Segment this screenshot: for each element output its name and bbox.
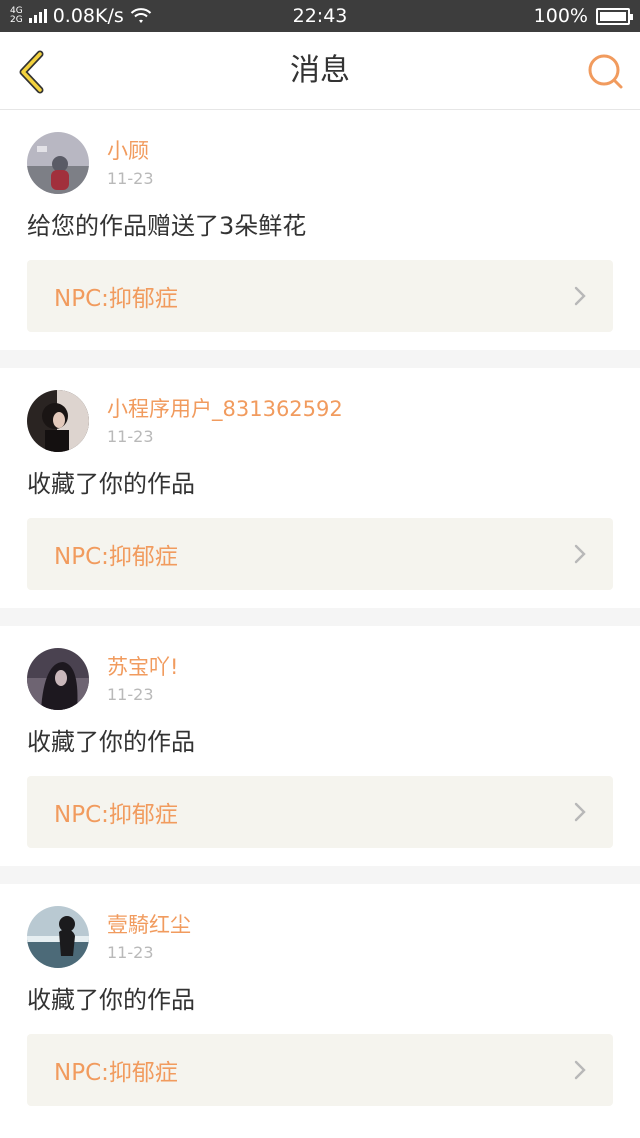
avatar[interactable] — [27, 132, 89, 194]
username[interactable]: 壹騎红尘 — [107, 910, 191, 940]
work-title: NPC:抑郁症 — [54, 544, 178, 570]
message-card: 壹騎红尘 11-23 收藏了你的作品 NPC:抑郁症 — [0, 884, 640, 1124]
chevron-right-icon — [574, 802, 586, 822]
avatar[interactable] — [27, 390, 89, 452]
message-list: 小顾 11-23 给您的作品赠送了3朵鲜花 NPC:抑郁症 小程序用户_8313… — [0, 110, 640, 1124]
avatar[interactable] — [27, 648, 89, 710]
battery-percent: 100% — [533, 5, 588, 27]
username[interactable]: 小顾 — [107, 136, 154, 166]
work-link[interactable]: NPC:抑郁症 — [27, 260, 613, 332]
message-time: 11-23 — [107, 427, 154, 446]
message-card: 苏宝吖! 11-23 收藏了你的作品 NPC:抑郁症 — [0, 626, 640, 866]
status-bar: 4G 2G 0.08K/s 22:43 100% — [0, 0, 640, 32]
separator — [0, 608, 640, 626]
work-title: NPC:抑郁症 — [54, 1060, 178, 1086]
avatar[interactable] — [27, 906, 89, 968]
page-title: 消息 — [290, 53, 350, 88]
work-link[interactable]: NPC:抑郁症 — [27, 518, 613, 590]
work-link[interactable]: NPC:抑郁症 — [27, 1034, 613, 1106]
work-title: NPC:抑郁症 — [54, 286, 178, 312]
chevron-right-icon — [574, 544, 586, 564]
message-text: 收藏了你的作品 — [27, 470, 195, 498]
battery-icon — [596, 7, 633, 25]
separator — [0, 350, 640, 368]
chevron-right-icon — [574, 1060, 586, 1080]
search-icon[interactable] — [586, 52, 626, 92]
work-title: NPC:抑郁症 — [54, 802, 178, 828]
chevron-right-icon — [574, 286, 586, 306]
message-text: 给您的作品赠送了3朵鲜花 — [27, 212, 307, 240]
message-time: 11-23 — [107, 169, 154, 188]
message-card: 小程序用户_831362592 11-23 收藏了你的作品 NPC:抑郁症 — [0, 368, 640, 608]
message-text: 收藏了你的作品 — [27, 728, 195, 756]
separator — [0, 866, 640, 884]
message-card: 小顾 11-23 给您的作品赠送了3朵鲜花 NPC:抑郁症 — [0, 110, 640, 350]
message-text: 收藏了你的作品 — [27, 986, 195, 1014]
message-time: 11-23 — [107, 943, 154, 962]
username[interactable]: 小程序用户_831362592 — [107, 394, 343, 424]
message-time: 11-23 — [107, 685, 154, 704]
work-link[interactable]: NPC:抑郁症 — [27, 776, 613, 848]
navigation-bar: 消息 — [0, 32, 640, 110]
username[interactable]: 苏宝吖! — [107, 652, 178, 682]
status-right: 100% — [533, 0, 633, 32]
